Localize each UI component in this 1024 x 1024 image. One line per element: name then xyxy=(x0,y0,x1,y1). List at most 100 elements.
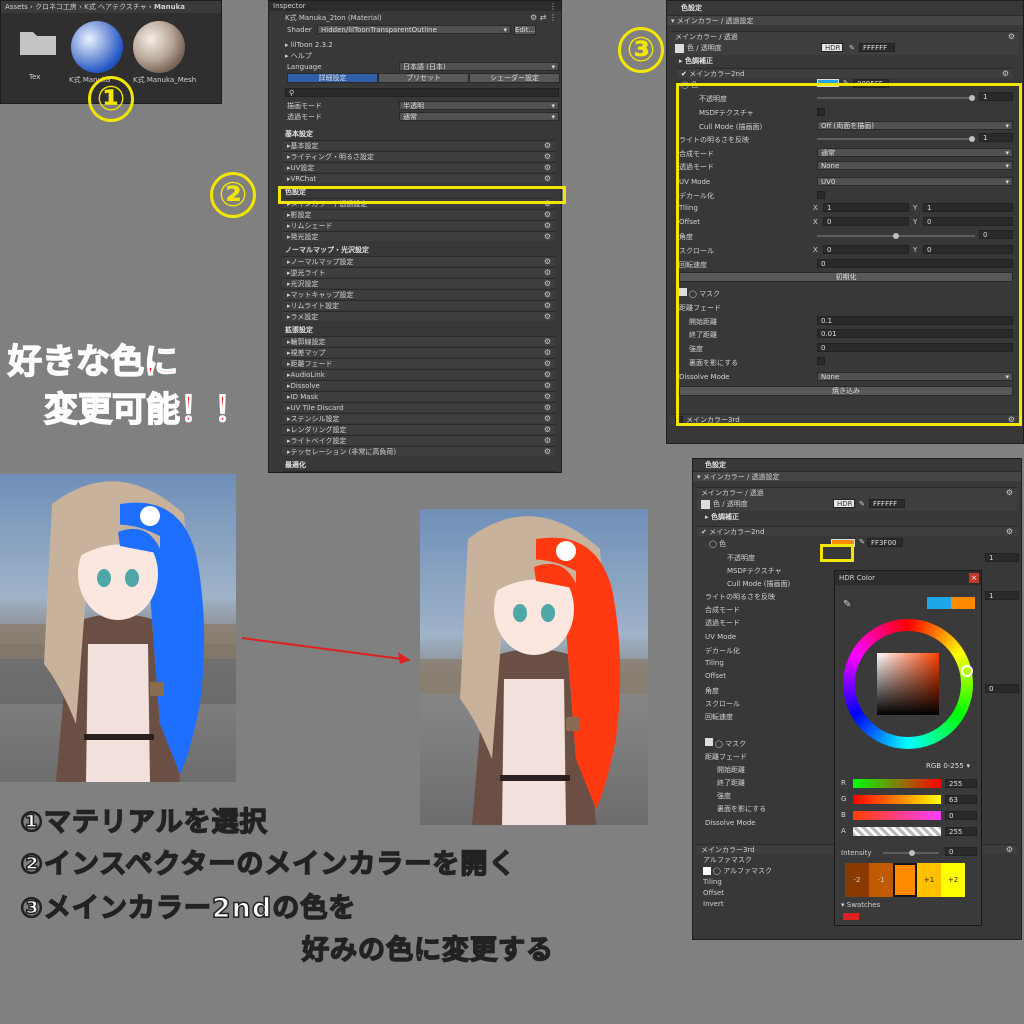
fold-main-color[interactable]: ▾ メインカラー / 透過設定 xyxy=(667,15,1023,25)
second-color-fold[interactable]: ✔ メインカラー2nd ⚙ xyxy=(697,526,1017,536)
settings-item[interactable]: ▸ 輪郭線設定 ⚙ xyxy=(283,336,555,346)
gear-icon[interactable]: ⚙ xyxy=(544,279,551,288)
gear-icon[interactable]: ⚙ xyxy=(544,392,551,401)
a-slider[interactable] xyxy=(853,827,941,836)
gear-icon[interactable]: ⚙ xyxy=(544,425,551,434)
main-hex-input[interactable]: FFFFFF xyxy=(859,43,895,52)
gear-icon[interactable]: ⚙ xyxy=(544,290,551,299)
swatch-red[interactable] xyxy=(843,913,859,920)
breadcrumb-item[interactable]: クロネコ工房 xyxy=(35,2,77,12)
gear-icon[interactable]: ⚙ xyxy=(544,232,551,241)
a-value[interactable]: 255 xyxy=(945,827,977,836)
second-color-fold[interactable]: ✔ メインカラー2nd ⚙ xyxy=(677,68,1013,78)
g-value[interactable]: 63 xyxy=(945,795,977,804)
settings-item[interactable]: ▸ ステンシル設定 ⚙ xyxy=(283,413,555,423)
r-value[interactable]: 255 xyxy=(945,779,977,788)
right-value[interactable]: 1 xyxy=(985,591,1019,600)
swatch[interactable]: -1 xyxy=(869,863,893,897)
r-slider[interactable] xyxy=(853,779,941,788)
gear-icon[interactable]: ⚙ xyxy=(544,210,551,219)
intensity-slider[interactable] xyxy=(883,850,939,856)
gear-icon[interactable]: ⚙ xyxy=(544,436,551,445)
color-mode-dropdown[interactable]: RGB 0-255 xyxy=(923,761,973,770)
g-slider[interactable] xyxy=(853,795,941,804)
settings-item[interactable]: ▸ 最適化⚙ xyxy=(283,471,555,473)
gear-icon[interactable]: ⚙ xyxy=(544,359,551,368)
gear-icon[interactable]: ⚙ xyxy=(544,472,551,473)
fold-main-color[interactable]: ▾ メインカラー / 透過設定 xyxy=(693,471,1021,481)
gear-icon[interactable]: ⚙ xyxy=(544,152,551,161)
gear-icon[interactable]: ⚙ xyxy=(544,447,551,456)
new-color-preview[interactable] xyxy=(951,597,975,609)
settings-item[interactable]: ▸ 影設定 ⚙ xyxy=(283,209,555,219)
settings-item[interactable]: ▸ 基本設定 ⚙ xyxy=(283,140,555,150)
gear-icon[interactable]: ⚙ xyxy=(544,414,551,423)
eyedropper-icon[interactable]: ✎ xyxy=(843,599,851,610)
b-slider[interactable] xyxy=(853,811,941,820)
swatch[interactable]: +2 xyxy=(941,863,965,897)
settings-item[interactable]: ▸ 光沢設定 ⚙ xyxy=(283,278,555,288)
eyedropper-icon[interactable]: ✎ xyxy=(849,44,855,52)
gear-icon[interactable]: ⚙ xyxy=(544,312,551,321)
swatch[interactable]: +1 xyxy=(917,863,941,897)
gear-icon[interactable]: ⚙ xyxy=(544,370,551,379)
gear-icon[interactable]: ⚙ xyxy=(544,163,551,172)
gear-icon[interactable]: ⚙ xyxy=(544,337,551,346)
settings-item[interactable]: ▸ リムライト設定 ⚙ xyxy=(283,300,555,310)
settings-item[interactable]: ▸ レンダリング設定 ⚙ xyxy=(283,424,555,434)
version-fold[interactable]: ▸ lilToon 2.3.2 xyxy=(269,39,561,50)
breadcrumb-item[interactable]: Assets xyxy=(5,3,28,11)
gear-icon[interactable]: ⚙ xyxy=(544,268,551,277)
settings-item[interactable]: ▸ 距離フェード ⚙ xyxy=(283,358,555,368)
settings-item[interactable]: ▸ ライトベイク設定 ⚙ xyxy=(283,435,555,445)
settings-item[interactable]: ▸ マットキャップ設定 ⚙ xyxy=(283,289,555,299)
gear-icon[interactable]: ⚙ xyxy=(544,403,551,412)
settings-item[interactable]: ▸ ノーマルマップ設定 ⚙ xyxy=(283,256,555,266)
tab-advanced[interactable]: 詳細設定 xyxy=(287,72,378,83)
intensity-value[interactable]: 0 xyxy=(945,847,977,856)
folder-icon[interactable] xyxy=(19,26,57,56)
sub-main-color[interactable]: メインカラー / 透過 ⚙ xyxy=(671,31,1019,41)
language-dropdown[interactable]: 日本語 (日本) xyxy=(399,62,559,71)
color-wheel[interactable] xyxy=(843,619,973,749)
gear-icon[interactable]: ⚙ xyxy=(544,141,551,150)
saturation-value-square[interactable] xyxy=(877,653,939,715)
settings-item[interactable]: ▸ テッセレーション (非常に高負荷) ⚙ xyxy=(283,446,555,456)
settings-item[interactable]: ▸ UV Tile Discard ⚙ xyxy=(283,402,555,412)
tone-correction-fold[interactable]: ▸ 色調補正 xyxy=(693,511,1021,522)
settings-item[interactable]: ▸ UV設定 ⚙ xyxy=(283,162,555,172)
settings-item[interactable]: ▸ 発光設定 ⚙ xyxy=(283,231,555,241)
sub-main-color[interactable]: メインカラー / 透過 ⚙ xyxy=(697,487,1017,497)
second-hex-input[interactable]: FF3F00 xyxy=(867,538,903,547)
settings-item[interactable]: ▸ リムシェード ⚙ xyxy=(283,220,555,230)
settings-item[interactable]: ▸ AudioLink ⚙ xyxy=(283,369,555,379)
material-sphere-icon[interactable] xyxy=(133,21,185,73)
tab-preset[interactable]: プリセット xyxy=(378,72,469,83)
gear-icon[interactable]: ⚙ xyxy=(544,174,551,183)
breadcrumb-item[interactable]: K式 ヘアテクスチャ xyxy=(84,2,147,12)
render-mode-dropdown[interactable]: 半透明 xyxy=(399,101,559,110)
swatch[interactable] xyxy=(893,863,917,897)
main-hex-input[interactable]: FFFFFF xyxy=(869,499,905,508)
gear-icon[interactable]: ⚙ xyxy=(544,257,551,266)
settings-item[interactable]: ▸ ライティング・明るさ設定 ⚙ xyxy=(283,151,555,161)
breadcrumb-item[interactable]: Manuka xyxy=(154,3,185,11)
hue-handle[interactable] xyxy=(961,665,973,677)
settings-item[interactable]: ▸ VRChat ⚙ xyxy=(283,173,555,183)
right-value[interactable]: 0 xyxy=(985,684,1019,693)
help-fold[interactable]: ▸ ヘルプ xyxy=(269,50,561,61)
tab-shader-settings[interactable]: シェーダー設定 xyxy=(469,72,560,83)
swatch[interactable]: -2 xyxy=(845,863,869,897)
settings-item[interactable]: ▸ ラメ設定 ⚙ xyxy=(283,311,555,321)
gear-icon[interactable]: ⚙ xyxy=(544,301,551,310)
settings-item[interactable]: ▸ Dissolve ⚙ xyxy=(283,380,555,390)
b-value[interactable]: 0 xyxy=(945,811,977,820)
gear-icon[interactable]: ⚙ xyxy=(544,221,551,230)
search-input[interactable]: ⚲ xyxy=(285,88,559,97)
settings-item[interactable]: ▸ 視差マップ ⚙ xyxy=(283,347,555,357)
close-icon[interactable]: × xyxy=(969,573,979,583)
transparent-mode-dropdown[interactable]: 通常 xyxy=(399,112,559,121)
inspector-tab[interactable]: Inspector ⋮ xyxy=(269,1,561,11)
texture-slot-icon[interactable] xyxy=(675,43,684,53)
edit-button[interactable]: Edit... xyxy=(514,25,536,35)
